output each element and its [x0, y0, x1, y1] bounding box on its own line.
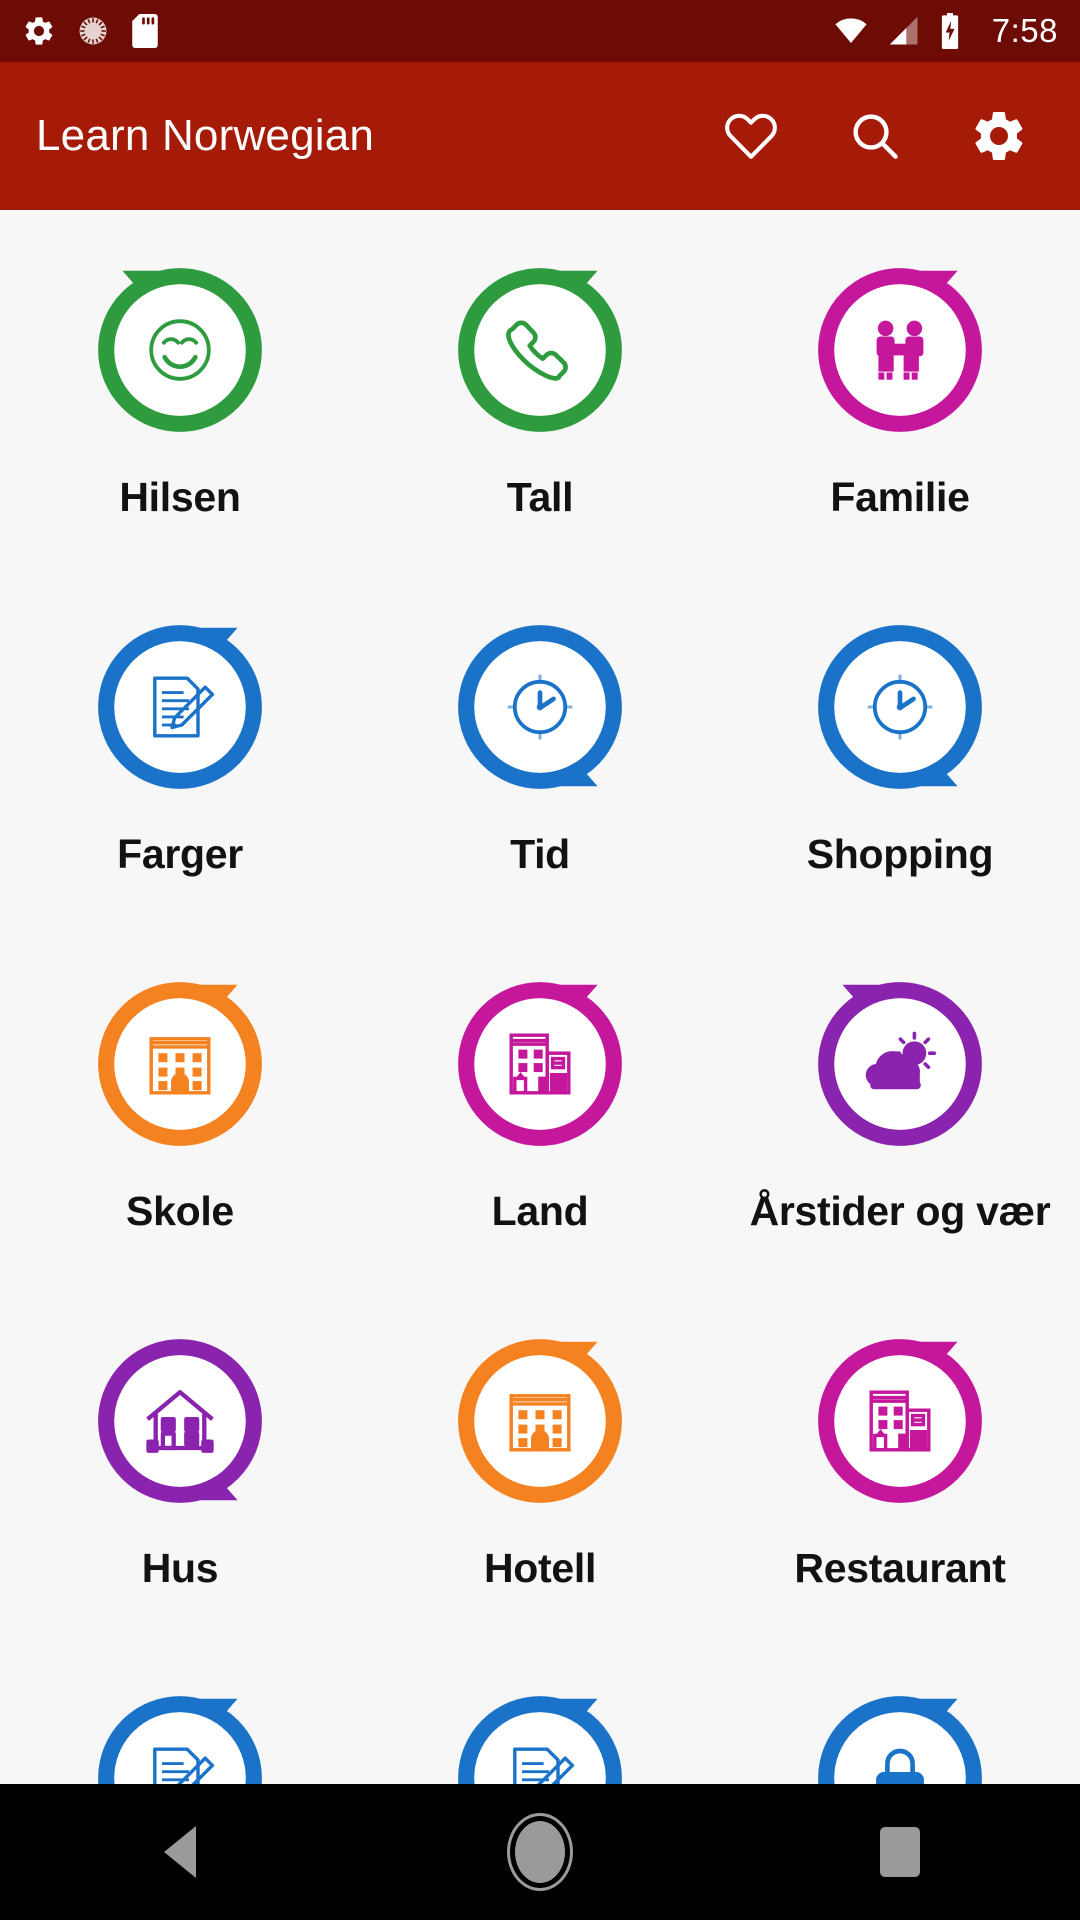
cell-signal-icon [889, 16, 918, 45]
gear-icon [25, 17, 53, 45]
search-icon [853, 114, 898, 159]
clock-icon [450, 617, 630, 797]
category-label: Hotell [483, 1545, 597, 1591]
category-item[interactable]: Familie [720, 238, 1080, 595]
document-pencil-icon [90, 1688, 270, 1784]
status-bar-clock: 7:58 [991, 12, 1058, 49]
category-item[interactable]: Shopping [720, 595, 1080, 952]
category-label: Tall [506, 474, 574, 520]
bubble-shape [818, 625, 982, 789]
city-buildings-icon [450, 974, 630, 1154]
sd-card-icon [132, 14, 158, 48]
category-label: Tid [510, 831, 570, 877]
phone-screen: 7:58 Learn Norwegian Hilsen Tall Familie… [0, 0, 1080, 1920]
triangle-back-icon [164, 1826, 196, 1878]
category-label: Hilsen [119, 474, 241, 520]
padlock-icon [810, 1688, 990, 1784]
category-label: Årstider og vær [749, 1188, 1051, 1234]
bubble-shape [98, 1696, 262, 1784]
bubble-shape [818, 982, 982, 1146]
heart-icon [725, 113, 777, 159]
bubble-shape [458, 625, 622, 789]
category-item[interactable]: Hilsen [0, 238, 360, 595]
app-bar-actions [720, 105, 1044, 167]
favorites-button[interactable] [720, 105, 782, 167]
page-title: Learn Norwegian [36, 111, 375, 160]
bubble-shape [458, 982, 622, 1146]
school-building-icon [450, 1331, 630, 1511]
bubble-shape [818, 1339, 982, 1503]
category-item[interactable]: Farger [0, 595, 360, 952]
battery-charging-icon [941, 13, 958, 49]
category-item[interactable]: Hotell [360, 1309, 720, 1666]
category-label: Skole [126, 1188, 234, 1234]
category-item[interactable]: Skole [0, 952, 360, 1309]
category-item[interactable]: Hus [0, 1309, 360, 1666]
category-grid: Hilsen Tall Familie Farger Tid Shopping … [0, 210, 1080, 1784]
app-bar: Learn Norwegian [0, 62, 1080, 210]
category-item[interactable] [360, 1666, 720, 1784]
category-label: Hus [141, 1545, 219, 1591]
bubble-shape [818, 268, 982, 432]
status-bar-right-icons: 7:58 [832, 12, 1058, 50]
category-label: Farger [117, 831, 243, 877]
category-item[interactable]: Tall [360, 238, 720, 595]
settings-button[interactable] [968, 105, 1030, 167]
bubble-shape [98, 982, 262, 1146]
search-button[interactable] [844, 105, 906, 167]
document-pencil-icon [90, 617, 270, 797]
category-scroll-area[interactable]: Hilsen Tall Familie Farger Tid Shopping … [0, 210, 1080, 1784]
category-label: Restaurant [794, 1545, 1006, 1591]
status-bar: 7:58 [0, 0, 1080, 62]
wifi-icon [835, 18, 867, 44]
category-item[interactable]: Land [360, 952, 720, 1309]
bubble-shape [458, 268, 622, 432]
school-building-icon [90, 974, 270, 1154]
smiley-face-icon [90, 260, 270, 440]
bubble-shape [458, 1696, 622, 1784]
bubble-shape [98, 268, 262, 432]
category-item[interactable] [0, 1666, 360, 1784]
bubble-shape [458, 1339, 622, 1503]
bubble-shape [98, 1339, 262, 1503]
gear-icon [975, 111, 1023, 161]
android-navigation-bar [0, 1784, 1080, 1920]
family-couple-icon [810, 260, 990, 440]
category-label: Shopping [806, 831, 994, 877]
category-item[interactable]: Restaurant [720, 1309, 1080, 1666]
sync-progress-icon [79, 17, 107, 45]
home-button[interactable] [480, 1792, 600, 1912]
category-label: Land [491, 1188, 589, 1234]
recents-button[interactable] [840, 1792, 960, 1912]
category-label: Familie [830, 474, 970, 520]
circle-home-icon [515, 1821, 565, 1883]
bubble-shape [98, 625, 262, 789]
category-item[interactable]: Årstider og vær [720, 952, 1080, 1309]
square-recents-icon [880, 1827, 920, 1877]
document-pencil-icon [450, 1688, 630, 1784]
back-button[interactable] [120, 1792, 240, 1912]
sun-cloud-icon [810, 974, 990, 1154]
house-icon [90, 1331, 270, 1511]
category-item[interactable] [720, 1666, 1080, 1784]
clock-icon [810, 617, 990, 797]
category-item[interactable]: Tid [360, 595, 720, 952]
bubble-shape [818, 1696, 982, 1784]
status-bar-left-icons [22, 14, 160, 48]
phone-icon [450, 260, 630, 440]
city-buildings-icon [810, 1331, 990, 1511]
